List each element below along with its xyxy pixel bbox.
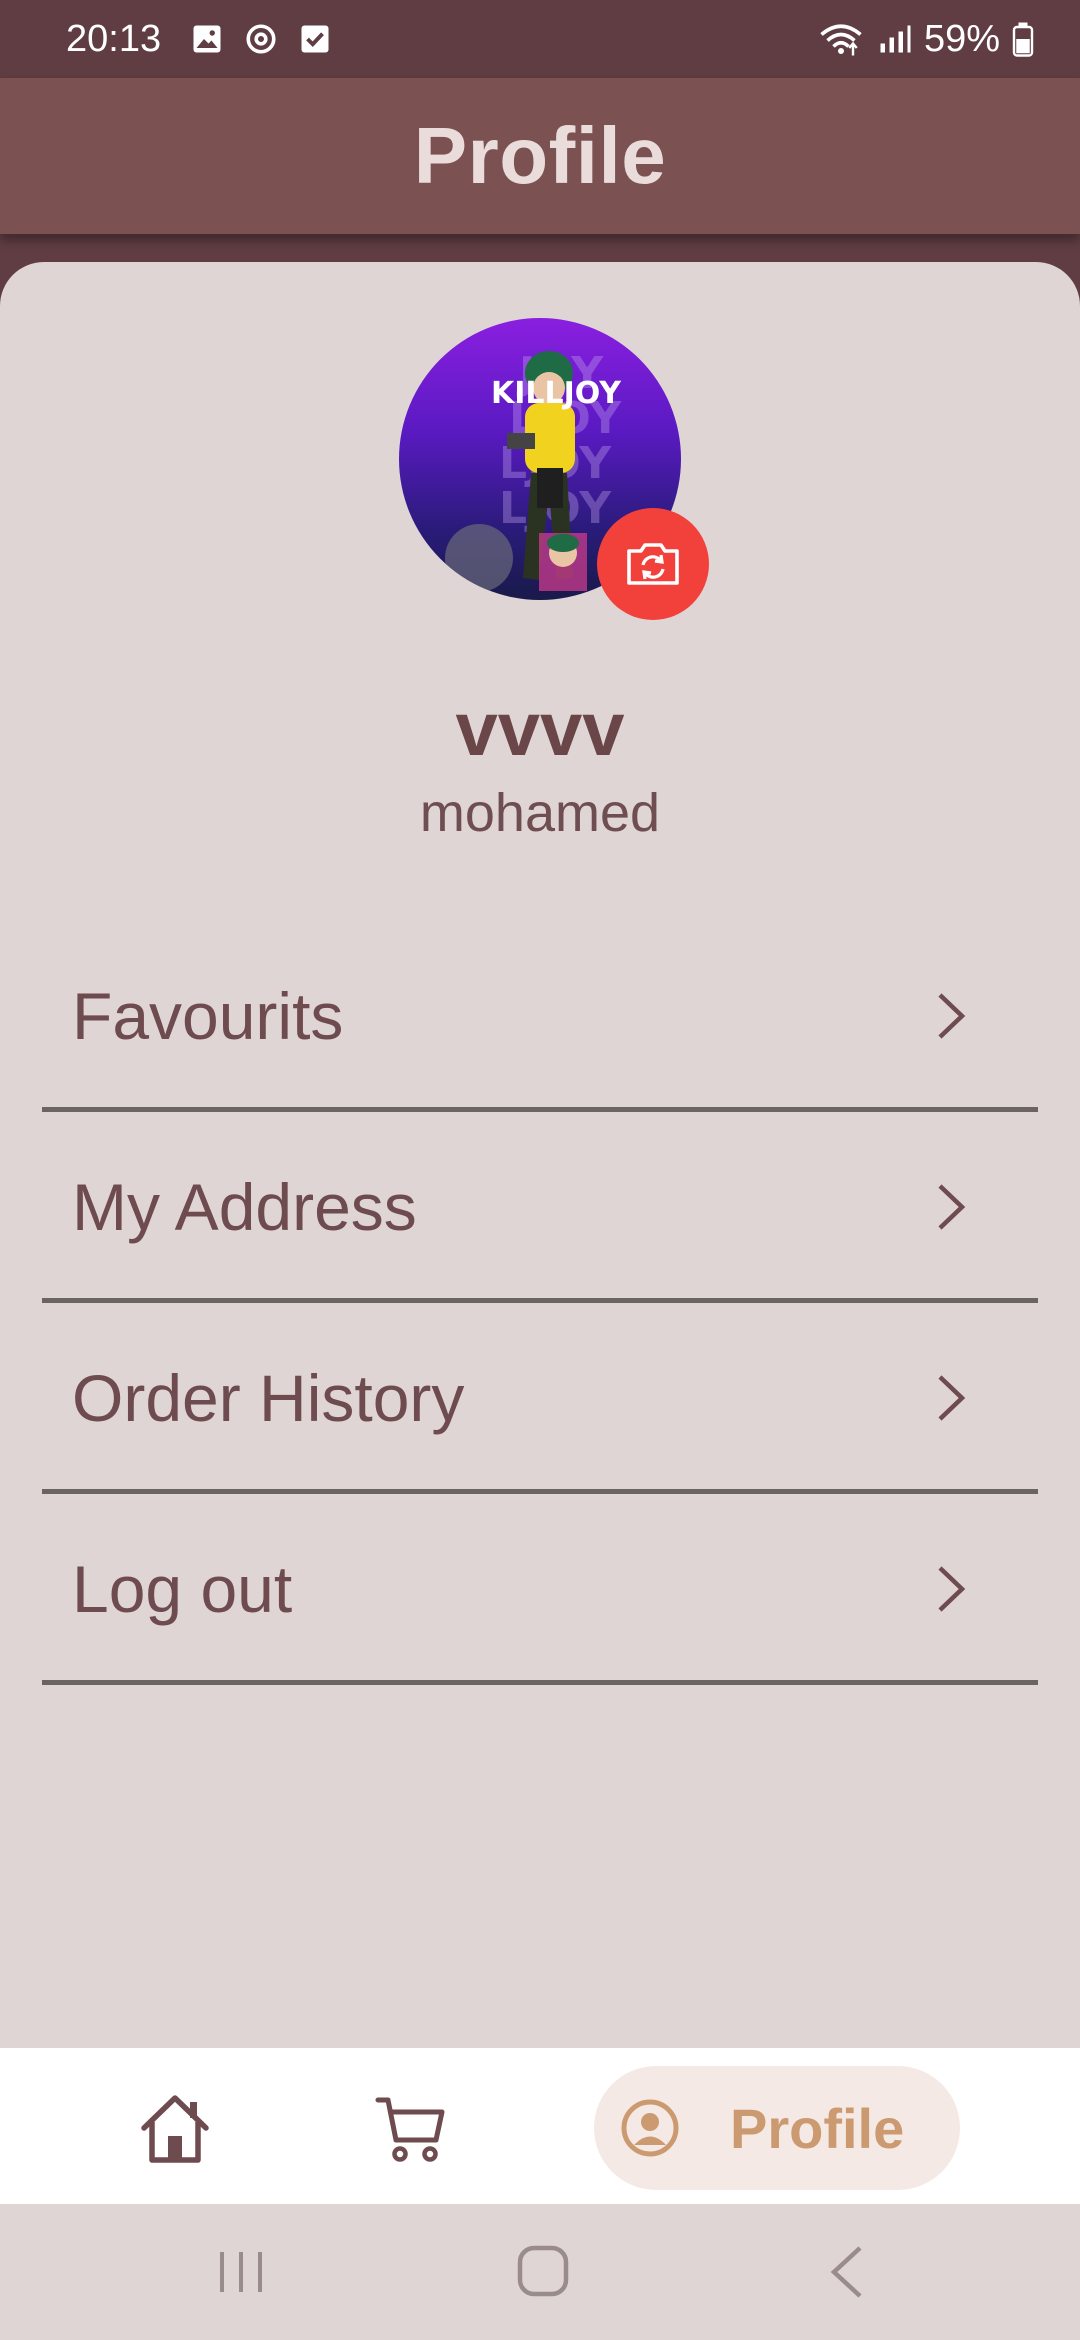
menu-item-order-history[interactable]: Order History: [42, 1306, 1038, 1494]
menu-item-label: My Address: [72, 1169, 417, 1244]
wifi-icon: [820, 24, 862, 56]
chevron-right-icon: [938, 1565, 966, 1612]
avatar-text: KILLJOY: [491, 376, 622, 411]
menu-item-label: Log out: [72, 1551, 293, 1626]
back-icon[interactable]: [826, 2244, 866, 2300]
change-photo-button[interactable]: [597, 508, 709, 620]
app-bar: Profile: [0, 78, 1080, 234]
profile-name: vvvv: [455, 687, 625, 772]
menu-item-my-address[interactable]: My Address: [42, 1115, 1038, 1303]
chevron-right-icon: [938, 1374, 966, 1421]
chevron-right-icon: [938, 1183, 966, 1230]
home-button-icon[interactable]: [516, 2244, 570, 2298]
menu-item-favourits[interactable]: Favourits: [42, 924, 1038, 1112]
profile-icon: [621, 2099, 679, 2157]
sync-icon: [246, 24, 276, 54]
battery-icon: [1012, 22, 1034, 57]
cart-icon[interactable]: [374, 2092, 448, 2164]
system-navigation-bar: [0, 2204, 1080, 2340]
checkbox-icon: [301, 25, 329, 53]
bottom-navigation: Profile: [0, 2048, 1080, 2204]
recents-icon[interactable]: [214, 2248, 268, 2296]
status-left: 20:13: [66, 18, 333, 61]
nav-profile-tab[interactable]: Profile: [594, 2066, 960, 2190]
chevron-right-icon: [938, 992, 966, 1039]
status-right: 59%: [818, 18, 1034, 61]
nav-profile-label: Profile: [730, 2096, 905, 2160]
page-title: Profile: [413, 111, 667, 200]
battery-percent: 59%: [923, 17, 1000, 60]
home-icon[interactable]: [138, 2092, 212, 2164]
menu-item-label: Favourits: [72, 978, 344, 1053]
image-icon: [193, 25, 221, 53]
menu-item-label: Order History: [72, 1360, 465, 1435]
avatar-container: JOY LJOY LJOY LJOY KILLJOY: [399, 318, 709, 620]
signal-icon: [880, 25, 911, 53]
profile-menu: Favourits My Address Order History Log o…: [42, 924, 1038, 1688]
status-bar: 20:13 59%: [0, 0, 1080, 78]
status-time: 20:13: [66, 17, 162, 60]
profile-content: JOY LJOY LJOY LJOY KILLJOY: [0, 262, 1080, 2048]
menu-item-log-out[interactable]: Log out: [42, 1497, 1038, 1685]
camera-rotate-icon: [627, 543, 679, 585]
profile-username: mohamed: [419, 783, 661, 843]
